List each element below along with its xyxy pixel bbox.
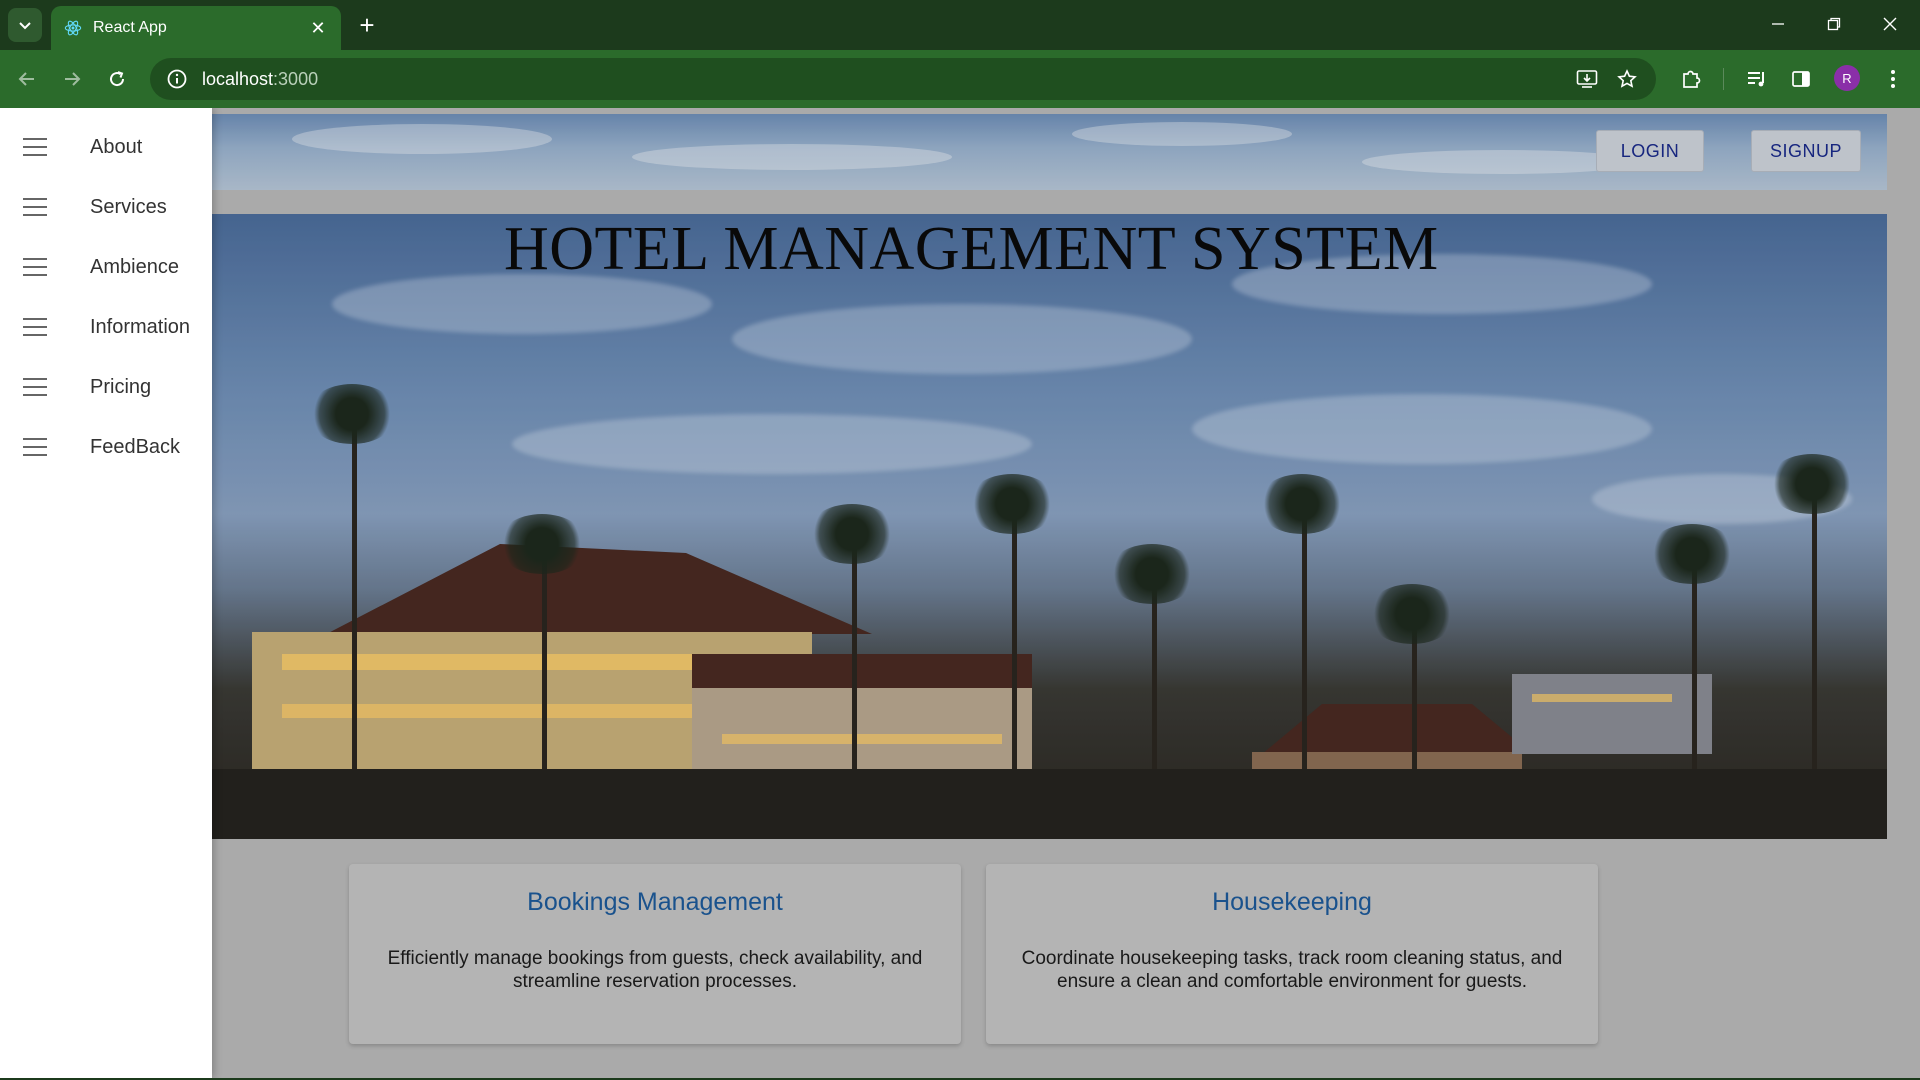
drawer-item-information[interactable]: Information	[0, 297, 212, 357]
card-description: Coordinate housekeeping tasks, track roo…	[1021, 948, 1563, 992]
menu-icon	[23, 198, 47, 216]
install-icon	[1576, 70, 1598, 88]
drawer-item-label: FeedBack	[90, 435, 181, 458]
reload-icon	[110, 71, 125, 87]
close-tab-icon[interactable]: ✕	[307, 17, 329, 39]
menu-icon	[23, 138, 47, 156]
minimize-icon	[1772, 23, 1784, 25]
restore-button[interactable]	[1811, 6, 1857, 42]
restore-icon	[1827, 17, 1841, 31]
side-drawer: About Services Ambience Information Pric…	[0, 108, 212, 1078]
feature-card[interactable]: Housekeeping Coordinate housekeeping tas…	[986, 864, 1598, 1044]
extensions-button[interactable]	[1674, 62, 1708, 96]
puzzle-icon	[1683, 70, 1701, 88]
new-tab-button[interactable]: +	[352, 10, 382, 40]
address-bar[interactable]: localhost:3000	[150, 58, 1656, 100]
arrow-left-icon	[18, 72, 34, 86]
menu-icon	[23, 438, 47, 456]
arrow-right-icon	[65, 72, 81, 86]
media-controls-button[interactable]	[1740, 62, 1774, 96]
reload-button[interactable]	[99, 61, 135, 97]
card-title: Housekeeping	[1212, 888, 1372, 916]
site-info-icon[interactable]	[166, 68, 188, 90]
menu-icon	[23, 258, 47, 276]
drawer-item-pricing[interactable]: Pricing	[0, 357, 212, 417]
install-app-button[interactable]	[1570, 62, 1604, 96]
drawer-item-services[interactable]: Services	[0, 177, 212, 237]
drawer-item-label: Pricing	[90, 375, 152, 398]
minimize-button[interactable]	[1755, 6, 1801, 42]
card-description: Efficiently manage bookings from guests,…	[387, 948, 923, 992]
drawer-item-label: Services	[90, 195, 167, 218]
tab-title: React App	[93, 19, 167, 36]
browser-menu-button[interactable]	[1876, 62, 1910, 96]
url-host: localhost	[202, 68, 274, 89]
feature-card[interactable]: Bookings Management Efficiently manage b…	[349, 864, 961, 1044]
close-icon	[1883, 17, 1897, 31]
menu-icon	[23, 318, 47, 336]
card-title: Bookings Management	[527, 888, 783, 916]
more-vertical-icon	[1891, 70, 1895, 88]
hero-image	[212, 214, 1887, 839]
side-panel-button[interactable]	[1784, 62, 1818, 96]
top-navbar: LOGIN SIGNUP	[212, 114, 1887, 190]
tab-search-button[interactable]	[8, 8, 42, 42]
drawer-item-label: About	[90, 135, 143, 158]
forward-button[interactable]	[54, 61, 90, 97]
hero-banner: HOTEL MANAGEMENT SYSTEM	[212, 214, 1887, 839]
browser-tab[interactable]: React App ✕	[51, 6, 341, 50]
playlist-icon	[1748, 72, 1764, 87]
toolbar-separator	[1723, 68, 1724, 90]
star-icon	[1617, 69, 1637, 88]
menu-icon	[23, 378, 47, 396]
url-port: :3000	[273, 68, 319, 89]
drawer-item-feedback[interactable]: FeedBack	[0, 417, 212, 477]
react-icon	[63, 18, 83, 38]
drawer-item-label: Ambience	[90, 255, 179, 278]
side-panel-icon	[1792, 71, 1810, 87]
back-button[interactable]	[9, 61, 45, 97]
tab-strip: React App ✕ +	[0, 0, 1920, 50]
bookmark-button[interactable]	[1610, 62, 1644, 96]
profile-avatar[interactable]: R	[1834, 65, 1860, 91]
login-button[interactable]: LOGIN	[1596, 130, 1704, 172]
drawer-item-ambience[interactable]: Ambience	[0, 237, 212, 297]
drawer-item-about[interactable]: About	[0, 117, 212, 177]
hero-title: HOTEL MANAGEMENT SYSTEM	[504, 215, 1439, 283]
chevron-down-icon	[19, 22, 31, 30]
signup-button[interactable]: SIGNUP	[1751, 130, 1861, 172]
page-viewport: LOGIN SIGNUP HOTEL MANAGEMENT SYSTEM Boo…	[0, 108, 1920, 1078]
drawer-item-label: Information	[90, 315, 191, 338]
browser-toolbar: localhost:3000	[0, 50, 1920, 108]
close-window-button[interactable]	[1867, 6, 1913, 42]
